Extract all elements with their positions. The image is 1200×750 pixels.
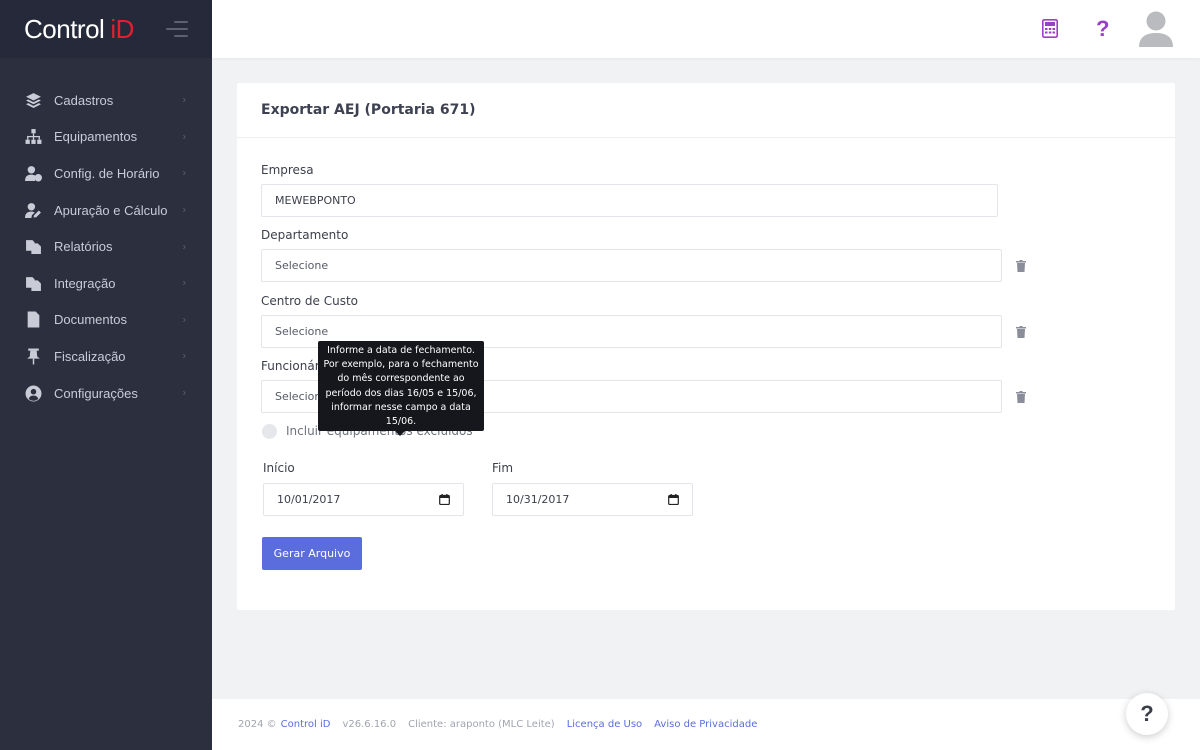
chevron-right-icon: › xyxy=(182,350,186,362)
sidebar-item-label: Documentos xyxy=(54,312,127,328)
chevron-right-icon: › xyxy=(182,387,186,399)
sidebar-item-integracao[interactable]: Integração › xyxy=(0,265,212,302)
sidebar-item-label: Integração xyxy=(54,275,116,291)
help-icon[interactable]: ? xyxy=(1096,16,1109,42)
sidebar-item-cadastros[interactable]: Cadastros › xyxy=(0,82,212,119)
user-clock-icon xyxy=(24,164,42,182)
brand-logo[interactable]: Control iD xyxy=(24,14,134,45)
chevron-right-icon: › xyxy=(182,314,186,326)
pin-icon xyxy=(24,347,42,365)
tooltip-line: 15/06. xyxy=(385,416,417,428)
inicio-date-value: 10/01/2017 xyxy=(277,493,341,506)
trash-icon[interactable] xyxy=(1016,259,1026,272)
sidebar-item-label: Config. de Horário xyxy=(54,165,160,181)
card-header: Exportar AEJ (Portaria 671) xyxy=(237,83,1175,138)
trash-icon[interactable] xyxy=(1016,390,1026,403)
departamento-select[interactable]: Selecione xyxy=(261,249,1002,282)
sidebar-item-equipamentos[interactable]: Equipamentos › xyxy=(0,119,212,156)
topbar: ? xyxy=(212,0,1200,58)
footer-privacy-link[interactable]: Aviso de Privacidade xyxy=(654,719,757,730)
sidebar-item-config-horario[interactable]: Config. de Horário › xyxy=(0,155,212,192)
sidebar-item-label: Relatórios xyxy=(54,239,113,255)
copy-icon xyxy=(24,238,42,256)
tooltip-line: do mês correspondente ao xyxy=(337,373,465,385)
fim-label: Fim xyxy=(492,461,514,475)
chevron-right-icon: › xyxy=(182,204,186,216)
chevron-right-icon: › xyxy=(182,94,186,106)
sidebar-item-label: Equipamentos xyxy=(54,129,138,145)
footer-brand-link[interactable]: Control iD xyxy=(281,719,331,730)
fim-date-input[interactable]: 10/31/2017 xyxy=(492,483,693,516)
sidebar-item-relatorios[interactable]: Relatórios › xyxy=(0,228,212,265)
sitemap-icon xyxy=(24,128,42,146)
sidebar-item-documentos[interactable]: Documentos › xyxy=(0,302,212,339)
tooltip: Informe a data de fechamento. Por exempl… xyxy=(318,341,484,436)
user-circle-icon xyxy=(24,384,42,402)
empresa-field[interactable]: MEWEBPONTO xyxy=(261,184,998,217)
gerar-arquivo-button[interactable]: Gerar Arquivo xyxy=(262,537,362,570)
inicio-date-input[interactable]: 10/01/2017 xyxy=(263,483,464,516)
file-icon xyxy=(24,311,42,329)
footer: 2024 © Control iD v26.6.16.0 Cliente: ar… xyxy=(212,699,1200,750)
sidebar-item-label: Configurações xyxy=(54,385,138,401)
sidebar-item-fiscalizacao[interactable]: Fiscalização › xyxy=(0,338,212,375)
centro-custo-label: Centro de Custo xyxy=(261,294,358,308)
copy-icon xyxy=(24,274,42,292)
footer-copyright: 2024 © xyxy=(238,719,277,730)
tooltip-arrow xyxy=(395,431,405,436)
chevron-right-icon: › xyxy=(182,241,186,253)
brand: Control iD xyxy=(0,0,212,58)
sidebar-item-label: Cadastros xyxy=(54,92,114,108)
calculator-icon[interactable] xyxy=(1042,19,1058,38)
empresa-label: Empresa xyxy=(261,163,314,177)
page-title: Exportar AEJ (Portaria 671) xyxy=(261,102,476,118)
footer-client: Cliente: araponto (MLC Leite) xyxy=(408,719,555,730)
calendar-icon[interactable] xyxy=(439,494,450,505)
chevron-right-icon: › xyxy=(182,131,186,143)
tooltip-line: período dos dias 16/05 e 15/06, xyxy=(325,387,477,399)
tooltip-line: informar nesse campo a data xyxy=(331,401,471,413)
chevron-right-icon: › xyxy=(182,277,186,289)
footer-version: v26.6.16.0 xyxy=(342,719,397,730)
fim-date-value: 10/31/2017 xyxy=(506,493,570,506)
sidebar-menu: Cadastros › Equipamentos › Config. de Ho… xyxy=(0,58,212,411)
menu-toggle-icon[interactable] xyxy=(166,21,188,37)
sidebar-item-label: Fiscalização xyxy=(54,348,126,364)
chevron-right-icon: › xyxy=(182,167,186,179)
trash-icon[interactable] xyxy=(1016,325,1026,338)
tooltip-line: Por exemplo, para o fechamento xyxy=(323,359,479,371)
footer-license-link[interactable]: Licença de Uso xyxy=(567,719,642,730)
departamento-label: Departamento xyxy=(261,228,349,242)
brand-name: Control xyxy=(24,13,105,44)
brand-name-id: iD xyxy=(110,13,134,44)
incluir-excluidos-toggle[interactable] xyxy=(262,424,277,439)
sidebar: Control iD Cadastros › Equipamentos › Con… xyxy=(0,0,212,750)
user-edit-icon xyxy=(24,201,42,219)
inicio-label: Início xyxy=(263,461,295,475)
help-fab-button[interactable]: ? xyxy=(1126,693,1168,735)
layers-icon xyxy=(24,91,42,109)
calendar-icon[interactable] xyxy=(668,494,679,505)
tooltip-line: Informe a data de fechamento. xyxy=(327,345,475,356)
sidebar-item-label: Apuração e Cálculo xyxy=(54,202,168,218)
sidebar-item-apuracao[interactable]: Apuração e Cálculo › xyxy=(0,192,212,229)
sidebar-item-configuracoes[interactable]: Configurações › xyxy=(0,375,212,412)
avatar[interactable] xyxy=(1138,10,1174,48)
